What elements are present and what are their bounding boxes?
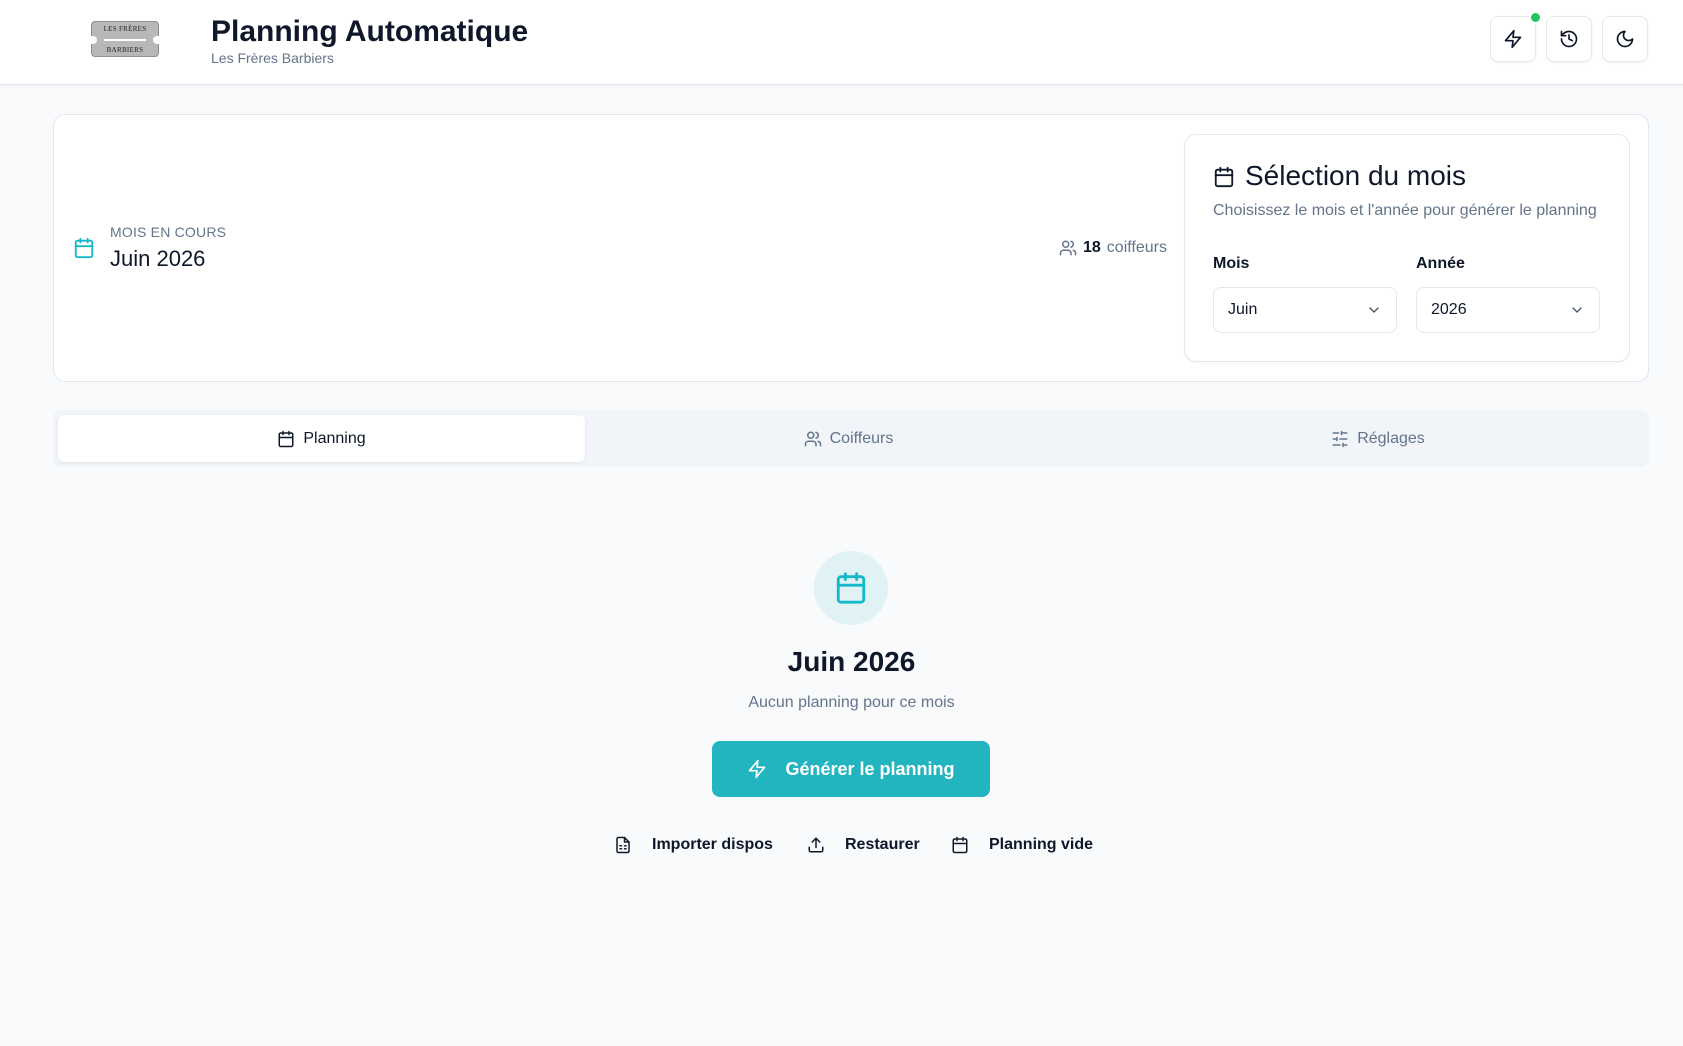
history-icon xyxy=(1559,29,1579,49)
users-icon xyxy=(804,430,822,448)
logo-notch-left xyxy=(91,36,97,44)
logo-text-top: LES FRÈRES xyxy=(103,25,147,33)
current-month-label: MOIS EN COURS xyxy=(110,224,227,240)
current-month-value: Juin 2026 xyxy=(110,246,206,271)
history-button[interactable] xyxy=(1546,16,1592,62)
empty-state-subtitle: Aucun planning pour ce mois xyxy=(748,694,955,711)
logo-line xyxy=(104,39,146,41)
restore-label: Restaurer xyxy=(845,836,920,853)
generate-planning-label: Générer le planning xyxy=(785,758,955,779)
barber-count: 18 coiffeurs xyxy=(1059,239,1167,257)
tab-coiffeurs[interactable]: Coiffeurs xyxy=(585,415,1112,462)
app-title: Planning Automatique xyxy=(211,15,529,48)
empty-state-icon xyxy=(814,551,888,625)
chevron-down-icon xyxy=(1569,302,1585,318)
month-field-label: Mois xyxy=(1213,255,1250,272)
tab-planning[interactable]: Planning xyxy=(58,415,585,462)
logo-notch-right xyxy=(153,36,159,44)
generate-planning-button[interactable]: Générer le planning xyxy=(712,741,990,797)
quick-generate-button[interactable] xyxy=(1490,16,1536,62)
tab-coiffeurs-label: Coiffeurs xyxy=(829,429,894,447)
main-tabs: Planning Coiffeurs Réglages xyxy=(53,410,1649,467)
app-subtitle: Les Frères Barbiers xyxy=(211,50,334,66)
sliders-icon xyxy=(1331,430,1349,448)
month-selection-title: Sélection du mois xyxy=(1245,160,1467,191)
users-icon xyxy=(1059,239,1077,257)
moon-icon xyxy=(1615,29,1635,49)
calendar-icon xyxy=(834,571,868,605)
year-select[interactable]: 2026 xyxy=(1416,287,1600,333)
year-field-label: Année xyxy=(1416,255,1465,272)
month-select[interactable]: Juin xyxy=(1213,287,1397,333)
logo-text-bottom: BARBIERS xyxy=(106,46,144,54)
calendar-icon xyxy=(277,430,295,448)
status-indicator xyxy=(1529,11,1542,24)
year-select-value: 2026 xyxy=(1431,301,1467,318)
file-spreadsheet-icon xyxy=(614,836,632,854)
chevron-down-icon xyxy=(1366,302,1382,318)
month-select-value: Juin xyxy=(1228,301,1258,318)
calendar-icon xyxy=(73,237,95,259)
restore-button[interactable]: Restaurer xyxy=(807,836,920,854)
calendar-icon xyxy=(951,836,969,854)
tab-reglages[interactable]: Réglages xyxy=(1112,415,1644,462)
tab-reglages-label: Réglages xyxy=(1357,429,1425,447)
import-availability-button[interactable]: Importer dispos xyxy=(614,836,773,854)
empty-state-title: Juin 2026 xyxy=(787,646,916,677)
lightning-icon xyxy=(1503,29,1523,49)
lightning-icon xyxy=(747,759,767,779)
month-selection-description: Choisissez le mois et l'année pour génér… xyxy=(1213,202,1597,219)
barber-count-label: coiffeurs xyxy=(1106,239,1167,256)
empty-planning-button[interactable]: Planning vide xyxy=(951,836,1093,854)
barber-count-number: 18 xyxy=(1083,239,1101,256)
app-header: LES FRÈRES BARBIERS Planning Automatique… xyxy=(0,0,1683,85)
import-availability-label: Importer dispos xyxy=(652,836,773,853)
empty-planning-label: Planning vide xyxy=(989,836,1094,853)
calendar-icon xyxy=(1213,166,1235,188)
theme-toggle-button[interactable] xyxy=(1602,16,1648,62)
upload-icon xyxy=(807,836,825,854)
brand-logo: LES FRÈRES BARBIERS xyxy=(91,21,159,57)
tab-planning-label: Planning xyxy=(303,429,366,447)
